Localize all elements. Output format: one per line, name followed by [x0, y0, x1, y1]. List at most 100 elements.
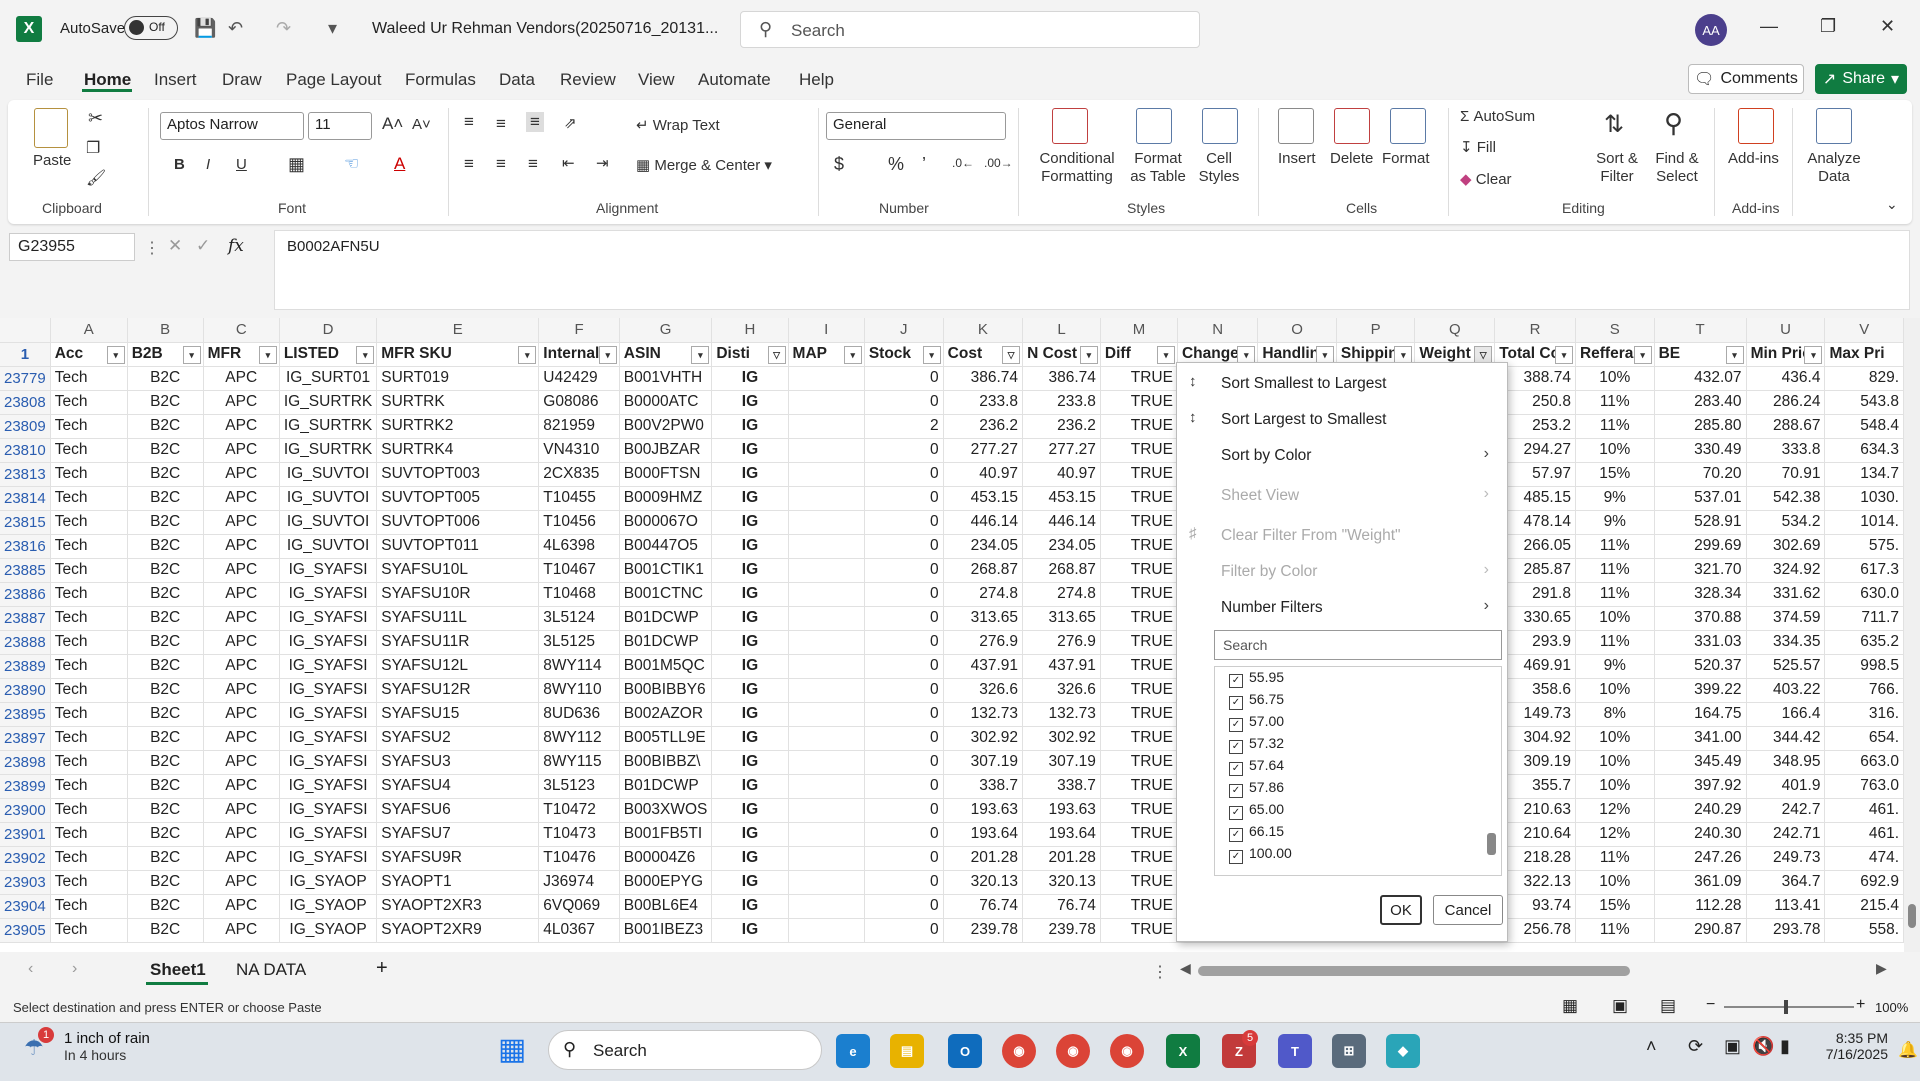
table-cell[interactable]: 268.87	[943, 558, 1024, 583]
table-cell[interactable]: 302.92	[943, 726, 1024, 751]
chrome-profile-icon[interactable]: ◉	[1056, 1034, 1090, 1068]
row-number[interactable]: 23901	[0, 822, 51, 847]
filter-dropdown-icon[interactable]: ▾	[518, 345, 537, 364]
table-cell[interactable]: 0	[864, 870, 944, 895]
table-cell[interactable]: 364.7	[1746, 870, 1826, 895]
table-cell[interactable]: IG	[711, 414, 789, 439]
table-cell[interactable]: TRUE	[1100, 582, 1178, 607]
currency-icon[interactable]: $	[834, 154, 844, 175]
table-cell[interactable]: APC	[203, 894, 280, 919]
cut-icon[interactable]: ✂	[88, 108, 103, 129]
underline-icon[interactable]: U	[236, 156, 247, 173]
copy-icon[interactable]: ❐	[86, 138, 100, 158]
menu-page-layout[interactable]: Page Layout	[286, 70, 381, 90]
table-cell[interactable]: 663.0	[1824, 750, 1904, 775]
redo-icon[interactable]: ↷	[276, 18, 291, 39]
table-cell[interactable]: TRUE	[1100, 558, 1178, 583]
table-cell[interactable]: 10%	[1575, 438, 1655, 463]
table-cell[interactable]: IG_SURTRK	[279, 438, 378, 463]
table-cell[interactable]: 331.62	[1746, 582, 1826, 607]
table-cell[interactable]: APC	[203, 630, 280, 655]
minimize-icon[interactable]: —	[1760, 16, 1778, 37]
column-letter[interactable]: C	[203, 318, 280, 343]
table-cell[interactable]: B2C	[127, 606, 204, 631]
network-icon[interactable]: ▣	[1724, 1036, 1741, 1057]
table-cell[interactable]: 236.2	[1022, 414, 1101, 439]
table-cell[interactable]: APC	[203, 510, 280, 535]
table-cell[interactable]: SUVTOPT003	[376, 462, 540, 487]
table-cell[interactable]: 70.20	[1654, 462, 1747, 487]
row-number[interactable]: 23810	[0, 438, 51, 463]
filter-search-input[interactable]: Search	[1214, 630, 1502, 660]
table-cell[interactable]: 70.91	[1746, 462, 1826, 487]
table-cell[interactable]: 12%	[1575, 798, 1655, 823]
table-cell[interactable]: B2C	[127, 918, 204, 943]
table-cell[interactable]: IG	[711, 894, 789, 919]
table-cell[interactable]: Tech	[50, 582, 128, 607]
table-cell[interactable]: 193.64	[1022, 822, 1101, 847]
table-cell[interactable]: B000067O	[619, 510, 713, 535]
wrap-text-button[interactable]: ↵ Wrap Text	[636, 116, 720, 134]
table-cell[interactable]: 548.4	[1824, 414, 1904, 439]
filter-dropdown-icon[interactable]: ▾	[1394, 345, 1413, 364]
table-cell[interactable]: 302.69	[1746, 534, 1826, 559]
filter-dropdown-icon[interactable]: ▾	[1804, 345, 1823, 364]
table-cell[interactable]: 324.92	[1746, 558, 1826, 583]
table-cell[interactable]: IG_SYAFSI	[279, 726, 378, 751]
table-cell[interactable]: SYAFSU9R	[376, 846, 540, 871]
table-cell[interactable]: B2C	[127, 870, 204, 895]
table-cell[interactable]: T10476	[538, 846, 620, 871]
table-cell[interactable]: 10%	[1575, 606, 1655, 631]
table-cell[interactable]: 575.	[1824, 534, 1904, 559]
calculator-icon[interactable]: ⊞	[1332, 1034, 1366, 1068]
table-cell[interactable]: 0	[864, 462, 944, 487]
table-cell[interactable]: 6VQ069	[538, 894, 620, 919]
table-cell[interactable]: B001VHTH	[619, 366, 713, 391]
table-cell[interactable]: 437.91	[1022, 654, 1101, 679]
filter-dropdown-icon[interactable]: ▾	[691, 345, 710, 364]
sort-filter-icon[interactable]: ⇅	[1604, 110, 1624, 139]
table-cell[interactable]: 386.74	[943, 366, 1024, 391]
table-cell[interactable]: TRUE	[1100, 750, 1178, 775]
table-cell[interactable]: SYAFSU4	[376, 774, 540, 799]
table-cell[interactable]	[788, 390, 865, 415]
table-cell[interactable]: TRUE	[1100, 414, 1178, 439]
filter-value-checkbox[interactable]: ✓ 65.00	[1229, 801, 1284, 820]
font-name-dropdown[interactable]: Aptos Narrow	[160, 112, 304, 140]
avatar[interactable]: AA	[1695, 14, 1727, 46]
sheet-tab-sheet1[interactable]: Sheet1	[150, 960, 206, 980]
column-letter[interactable]: F	[538, 318, 620, 343]
table-cell[interactable]: 0	[864, 774, 944, 799]
table-cell[interactable]: 132.73	[1022, 702, 1101, 727]
column-letter[interactable]: K	[943, 318, 1024, 343]
column-letter[interactable]: O	[1257, 318, 1337, 343]
table-cell[interactable]: 446.14	[943, 510, 1024, 535]
table-cell[interactable]: APC	[203, 534, 280, 559]
table-cell[interactable]: IG_SURTRK	[279, 390, 378, 415]
table-cell[interactable]: 302.92	[1022, 726, 1101, 751]
table-cell[interactable]: 374.59	[1746, 606, 1826, 631]
table-cell[interactable]: IG_SUVTOI	[279, 462, 378, 487]
filter-dropdown-icon[interactable]: ▾	[1237, 345, 1256, 364]
vertical-scrollbar[interactable]	[1904, 318, 1920, 952]
table-cell[interactable]: 193.63	[943, 798, 1024, 823]
row-number[interactable]: 23900	[0, 798, 51, 823]
table-cell[interactable]: APC	[203, 846, 280, 871]
insert-function-icon[interactable]: fx	[228, 236, 244, 256]
table-cell[interactable]: T10473	[538, 822, 620, 847]
table-cell[interactable]: 193.64	[943, 822, 1024, 847]
table-cell[interactable]: 543.8	[1824, 390, 1904, 415]
table-cell[interactable]: 341.00	[1654, 726, 1747, 751]
sheet-tab-na-data[interactable]: NA DATA	[236, 960, 306, 980]
cancel-button[interactable]: Cancel	[1433, 895, 1503, 925]
volume-icon[interactable]: 🔇	[1752, 1036, 1774, 1057]
column-letter[interactable]: M	[1100, 318, 1178, 343]
table-cell[interactable]: 528.91	[1654, 510, 1747, 535]
table-cell[interactable]: Tech	[50, 630, 128, 655]
table-cell[interactable]: 316.	[1824, 702, 1904, 727]
font-size-dropdown[interactable]: 11	[308, 112, 372, 140]
table-cell[interactable]: 40.97	[1022, 462, 1101, 487]
next-sheet-icon[interactable]: ›	[72, 960, 77, 978]
table-cell[interactable]: 193.63	[1022, 798, 1101, 823]
table-cell[interactable]: 8UD636	[538, 702, 620, 727]
